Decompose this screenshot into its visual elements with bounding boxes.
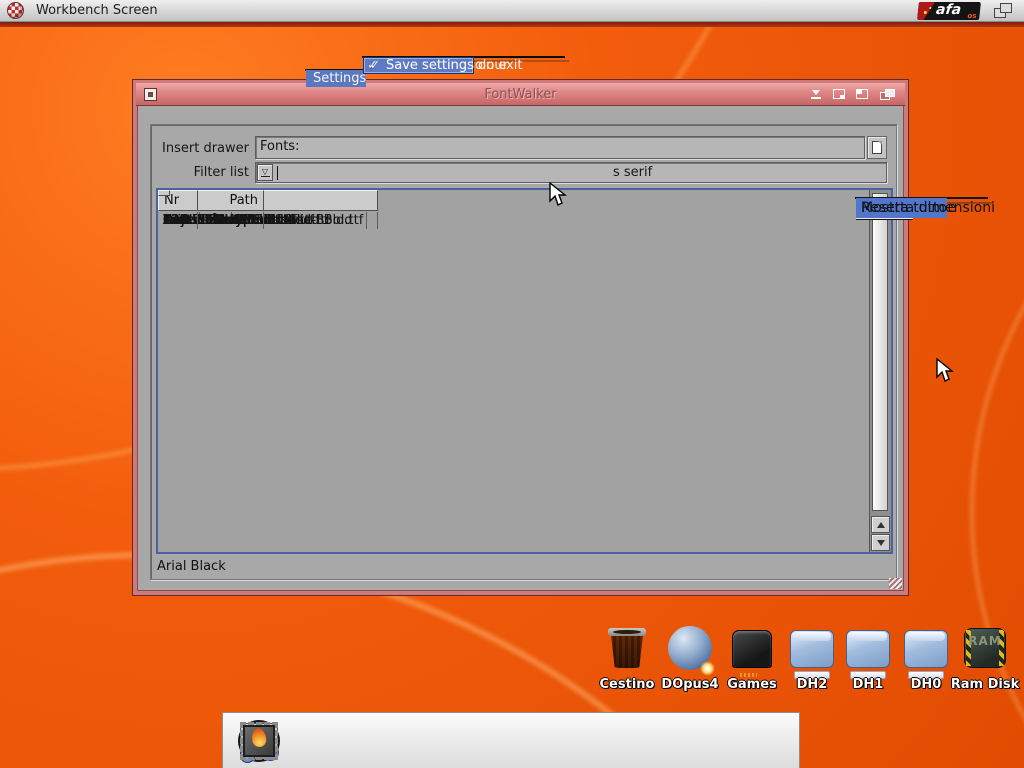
resize-gadget-icon[interactable] [889, 578, 902, 589]
filter-visible-text: s serif [613, 165, 652, 180]
desktop-icon-ram-disk[interactable]: RAMRam Disk [954, 622, 1016, 692]
window-content-frame: Insert drawer Fonts: Filter list ▽ s ser… [150, 124, 897, 580]
filter-popup-gadget[interactable]: ▽ [257, 164, 273, 181]
dock-icon-cpu-chip[interactable] [237, 719, 281, 763]
dock: 1> [222, 712, 800, 768]
icon-overlay-text: RAM [954, 634, 1016, 648]
scrollbar-knob[interactable] [872, 193, 888, 511]
zoom-gadget-icon[interactable] [831, 88, 848, 101]
filter-list-label: Filter list [159, 165, 249, 180]
column-header-filler [158, 190, 170, 196]
window-titlebar[interactable]: FontWalker [136, 83, 905, 106]
table-header: Font NameFile namePreviewStylePathNr [158, 190, 869, 212]
context-menu-strip: ProjectViewExtrasSettings [305, 69, 363, 71]
vertical-scrollbar[interactable] [869, 190, 891, 552]
depth-gadget-icon[interactable] [879, 88, 896, 101]
mouse-cursor [549, 182, 569, 208]
font-list-table: Font NameFile namePreviewStylePathNr Dej… [156, 188, 893, 554]
insert-drawer-label: Insert drawer [159, 141, 249, 156]
cell: 116 [158, 212, 198, 229]
screen-depth-gadget[interactable] [994, 3, 1012, 18]
cell-filler [158, 212, 168, 214]
status-text: Arial Black [157, 559, 226, 574]
menu-settings[interactable]: Settings [306, 70, 366, 87]
screen-divider [0, 22, 1024, 27]
text-cursor [277, 166, 278, 180]
mouse-cursor [936, 358, 956, 384]
insert-drawer-input[interactable]: Fonts: [255, 136, 865, 159]
icon-label: Ram Disk [940, 677, 1024, 692]
settings-menu: Sample textSample sizeAntialiasABackgrou… [362, 56, 565, 58]
afa-os-logo: afa os [917, 2, 981, 20]
scroll-up-button[interactable] [871, 516, 890, 533]
checkmark-icon: ✓ [367, 57, 383, 74]
window-title: FontWalker [136, 87, 905, 102]
menu-item-save-settings-on-exit[interactable]: ✓Save settings on exit [363, 57, 523, 74]
workbench-screen: Workbench Screen afa os FontWalker Inser… [0, 0, 1024, 768]
shade-gadget-icon[interactable] [854, 88, 871, 101]
screen-title: Workbench Screen [36, 3, 158, 18]
filter-list-input[interactable] [255, 162, 887, 183]
file-requester-button[interactable] [867, 136, 887, 159]
scroll-down-button[interactable] [871, 534, 890, 551]
screen-titlebar: Workbench Screen afa os [0, 0, 1024, 22]
colonne-action-resetta-dimensioni[interactable]: Resetta dimensioni [856, 198, 995, 218]
table-body: DejaVu Serif BoldDejaVuSerif-Bold.ttfAMi… [158, 212, 869, 552]
boing-ball-icon [7, 2, 24, 19]
fontwalker-window: FontWalker Insert drawer Fonts: Filter l… [133, 80, 908, 595]
colonne-menu: Colonne ✓Font Name✓File name✓Preview✓Sty… [855, 197, 988, 199]
iconify-gadget-icon[interactable] [808, 88, 825, 101]
